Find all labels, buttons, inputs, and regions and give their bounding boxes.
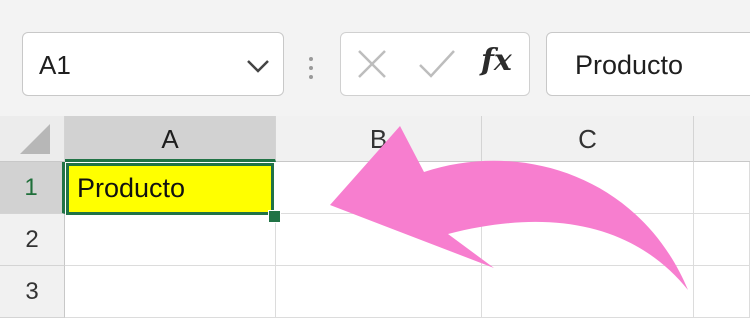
formula-value: Producto bbox=[575, 50, 684, 80]
cell-d2[interactable] bbox=[694, 214, 750, 266]
cell-c2[interactable] bbox=[482, 214, 694, 266]
cell-a3[interactable] bbox=[65, 266, 276, 318]
column-header-b[interactable]: B bbox=[276, 116, 482, 162]
chevron-down-icon[interactable] bbox=[243, 55, 273, 77]
cell-a2[interactable] bbox=[65, 214, 276, 266]
formula-input[interactable]: Producto bbox=[546, 32, 750, 96]
cell-b2[interactable] bbox=[276, 214, 482, 266]
x-icon[interactable] bbox=[355, 47, 389, 81]
row-header-3[interactable]: 3 bbox=[0, 266, 65, 318]
select-all-button[interactable] bbox=[0, 116, 65, 162]
cell-a1[interactable]: Producto bbox=[66, 163, 274, 215]
cell-c3[interactable] bbox=[482, 266, 694, 318]
name-box[interactable]: A1 bbox=[22, 32, 284, 96]
cell-d1[interactable] bbox=[694, 162, 750, 214]
name-box-value: A1 bbox=[39, 50, 71, 80]
column-header-a[interactable]: A bbox=[65, 116, 276, 162]
cell-b3[interactable] bbox=[276, 266, 482, 318]
fill-handle[interactable] bbox=[268, 210, 281, 223]
column-header-d[interactable] bbox=[694, 116, 750, 162]
insert-function-button[interactable]: fx bbox=[481, 43, 512, 78]
row-header-1[interactable]: 1 bbox=[0, 162, 65, 214]
formula-buttons: fx bbox=[340, 32, 530, 96]
check-icon[interactable] bbox=[417, 47, 457, 81]
select-all-triangle-icon bbox=[20, 124, 50, 154]
cell-c1[interactable] bbox=[482, 162, 694, 214]
cell-d3[interactable] bbox=[694, 266, 750, 318]
cell-b1[interactable] bbox=[276, 162, 482, 214]
vertical-dots-icon[interactable] bbox=[300, 54, 322, 84]
column-header-c[interactable]: C bbox=[482, 116, 694, 162]
formula-bar-area: A1 fx Producto bbox=[0, 0, 750, 116]
row-header-2[interactable]: 2 bbox=[0, 214, 65, 266]
